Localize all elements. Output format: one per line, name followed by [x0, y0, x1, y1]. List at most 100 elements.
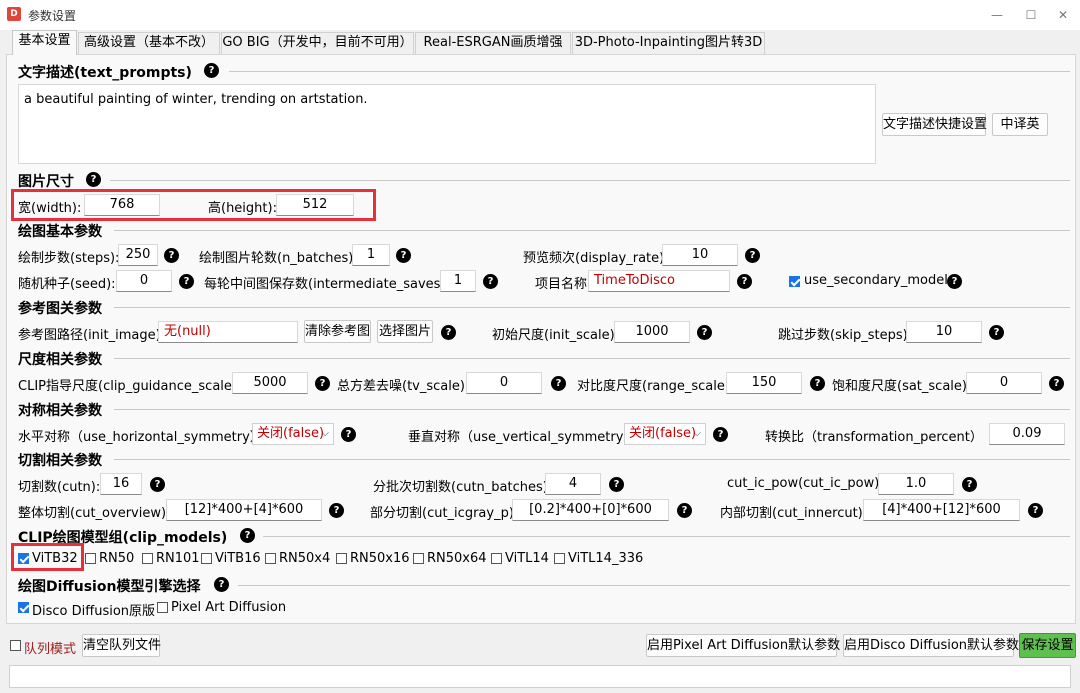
choose-image-button[interactable]: 选择图片 — [377, 320, 433, 343]
help-icon[interactable]: ? — [1028, 503, 1043, 518]
clip-model-checkbox-vitl14-336[interactable] — [554, 553, 565, 564]
help-icon[interactable]: ? — [164, 248, 179, 263]
help-icon[interactable]: ? — [697, 325, 712, 340]
queue-mode-checkbox[interactable] — [10, 640, 21, 651]
clip-guidance-label: CLIP指导尺度(clip_guidance_scale): — [18, 379, 242, 394]
help-icon[interactable]: ? — [483, 274, 498, 289]
clear-init-image-button[interactable]: 清除参考图 — [304, 320, 371, 343]
intermediate-saves-input[interactable]: 1 — [440, 270, 476, 292]
init-image-input[interactable]: 无(null) — [158, 321, 298, 343]
engine-label: Pixel Art Diffusion — [171, 600, 287, 615]
tab-3d-photo[interactable]: 3D-Photo-Inpainting图片转3D — [572, 32, 765, 54]
clear-queue-button[interactable]: 清空队列文件 — [82, 634, 161, 657]
close-button[interactable]: ✕ — [1048, 4, 1078, 26]
clip-guidance-input[interactable]: 5000 — [232, 372, 308, 394]
translate-button[interactable]: 中译英 — [992, 113, 1048, 136]
minimize-button[interactable]: — — [982, 4, 1012, 26]
tv-scale-label: 总方差去噪(tv_scale): — [337, 379, 470, 394]
tab-advanced-settings[interactable]: 高级设置（基本不改） — [78, 32, 220, 54]
engine-checkbox-disco[interactable] — [18, 602, 29, 613]
tab-go-big[interactable]: GO BIG（开发中，目前不可用） — [221, 32, 414, 54]
help-icon[interactable]: ? — [737, 274, 752, 289]
help-icon[interactable]: ? — [150, 477, 165, 492]
cut-icgray-input[interactable]: [0.2]*400+[0]*600 — [512, 499, 669, 521]
divider — [229, 71, 1070, 72]
help-icon[interactable]: ? — [179, 274, 194, 289]
use-secondary-model-label: use_secondary_model — [804, 273, 948, 288]
seed-label: 随机种子(seed): — [18, 277, 116, 292]
clip-model-checkbox-vitl14[interactable] — [491, 553, 502, 564]
clip-model-checkbox-rn50[interactable] — [85, 553, 96, 564]
queue-mode-label: 队列模式 — [24, 642, 77, 657]
save-settings-button[interactable]: 保存设置 — [1019, 633, 1076, 658]
divider — [238, 585, 1070, 586]
help-icon[interactable]: ? — [989, 325, 1004, 340]
section-title-symmetry: 对称相关参数 — [18, 403, 102, 419]
help-icon[interactable]: ? — [551, 376, 566, 391]
engine-checkbox-pixel-art[interactable] — [157, 602, 168, 613]
engine-label: Disco Diffusion原版 — [32, 604, 156, 619]
horizontal-symmetry-select[interactable]: 关闭(false) ⌵ — [252, 423, 334, 445]
help-icon[interactable]: ? — [745, 248, 760, 263]
help-icon[interactable]: ? — [1049, 376, 1064, 391]
clip-model-label: RN50x16 — [350, 551, 410, 566]
help-icon[interactable]: ? — [810, 376, 825, 391]
help-icon[interactable]: ? — [315, 376, 330, 391]
n-batches-label: 绘制图片轮数(n_batches): — [199, 251, 358, 266]
prompt-quick-settings-button[interactable]: 文字描述快捷设置 — [882, 113, 987, 136]
clip-model-checkbox-rn50x4[interactable] — [265, 553, 276, 564]
use-secondary-model-checkbox[interactable] — [789, 276, 800, 287]
steps-input[interactable]: 250 — [118, 244, 158, 266]
cut-innercut-label: 内部切割(cut_innercut): — [720, 506, 868, 521]
skip-steps-input[interactable]: 10 — [906, 321, 982, 343]
help-icon[interactable]: ? — [947, 274, 962, 289]
seed-input[interactable]: 0 — [116, 270, 172, 292]
chevron-down-icon: ⌵ — [693, 428, 701, 439]
clip-model-checkbox-rn50x64[interactable] — [413, 553, 424, 564]
help-icon[interactable]: ? — [86, 172, 101, 187]
clip-model-checkbox-rn101[interactable] — [142, 553, 153, 564]
help-icon[interactable]: ? — [341, 427, 356, 442]
cut-ic-pow-label: cut_ic_pow(cut_ic_pow): — [727, 476, 884, 491]
clip-model-checkbox-vitb16[interactable] — [201, 553, 212, 564]
window-title: 参数设置 — [28, 9, 77, 23]
maximize-button[interactable]: ☐ — [1016, 4, 1046, 26]
tab-real-esrgan[interactable]: Real-ESRGAN画质增强 — [415, 32, 571, 54]
status-bar — [9, 665, 1071, 688]
init-scale-label: 初始尺度(init_scale): — [492, 328, 620, 343]
help-icon[interactable]: ? — [609, 477, 624, 492]
cutn-batches-input[interactable]: 4 — [545, 473, 601, 495]
clip-model-checkbox-rn50x16[interactable] — [336, 553, 347, 564]
vertical-symmetry-select[interactable]: 关闭(false) ⌵ — [624, 423, 706, 445]
help-icon[interactable]: ? — [962, 477, 977, 492]
cut-ic-pow-input[interactable]: 1.0 — [878, 473, 954, 495]
help-icon[interactable]: ? — [677, 503, 692, 518]
clip-model-label: RN101 — [156, 551, 200, 566]
help-icon[interactable]: ? — [441, 325, 456, 340]
text-prompts-input[interactable]: a beautiful painting of winter, trending… — [18, 84, 876, 164]
help-icon[interactable]: ? — [329, 503, 344, 518]
help-icon[interactable]: ? — [214, 577, 229, 592]
n-batches-input[interactable]: 1 — [352, 244, 390, 266]
cut-innercut-input[interactable]: [4]*400+[12]*600 — [863, 499, 1020, 521]
tab-bar: 基本设置 高级设置（基本不改） GO BIG（开发中，目前不可用） Real-E… — [0, 30, 1080, 55]
disco-default-params-button[interactable]: 启用Disco Diffusion默认参数 — [843, 634, 1019, 657]
project-name-input[interactable]: TimeToDisco — [588, 270, 730, 292]
help-icon[interactable]: ? — [396, 248, 411, 263]
tv-scale-input[interactable]: 0 — [466, 372, 542, 394]
transformation-percent-input[interactable]: 0.09 — [989, 423, 1065, 445]
display-rate-input[interactable]: 10 — [662, 244, 738, 266]
cutn-input[interactable]: 16 — [100, 473, 142, 495]
pixel-art-default-params-button[interactable]: 启用Pixel Art Diffusion默认参数 — [646, 634, 840, 657]
help-icon[interactable]: ? — [713, 427, 728, 442]
sat-scale-input[interactable]: 0 — [966, 372, 1042, 394]
help-icon[interactable]: ? — [240, 528, 255, 543]
section-title-init-params: 参考图关参数 — [18, 301, 102, 317]
range-scale-label: 对比度尺度(range_scale): — [577, 379, 735, 394]
help-icon[interactable]: ? — [204, 63, 219, 78]
range-scale-input[interactable]: 150 — [726, 372, 802, 394]
sat-scale-label: 饱和度尺度(sat_scale): — [832, 379, 972, 394]
tab-basic-settings[interactable]: 基本设置 — [12, 30, 77, 55]
init-scale-input[interactable]: 1000 — [614, 321, 690, 343]
cut-overview-input[interactable]: [12]*400+[4]*600 — [166, 499, 322, 521]
